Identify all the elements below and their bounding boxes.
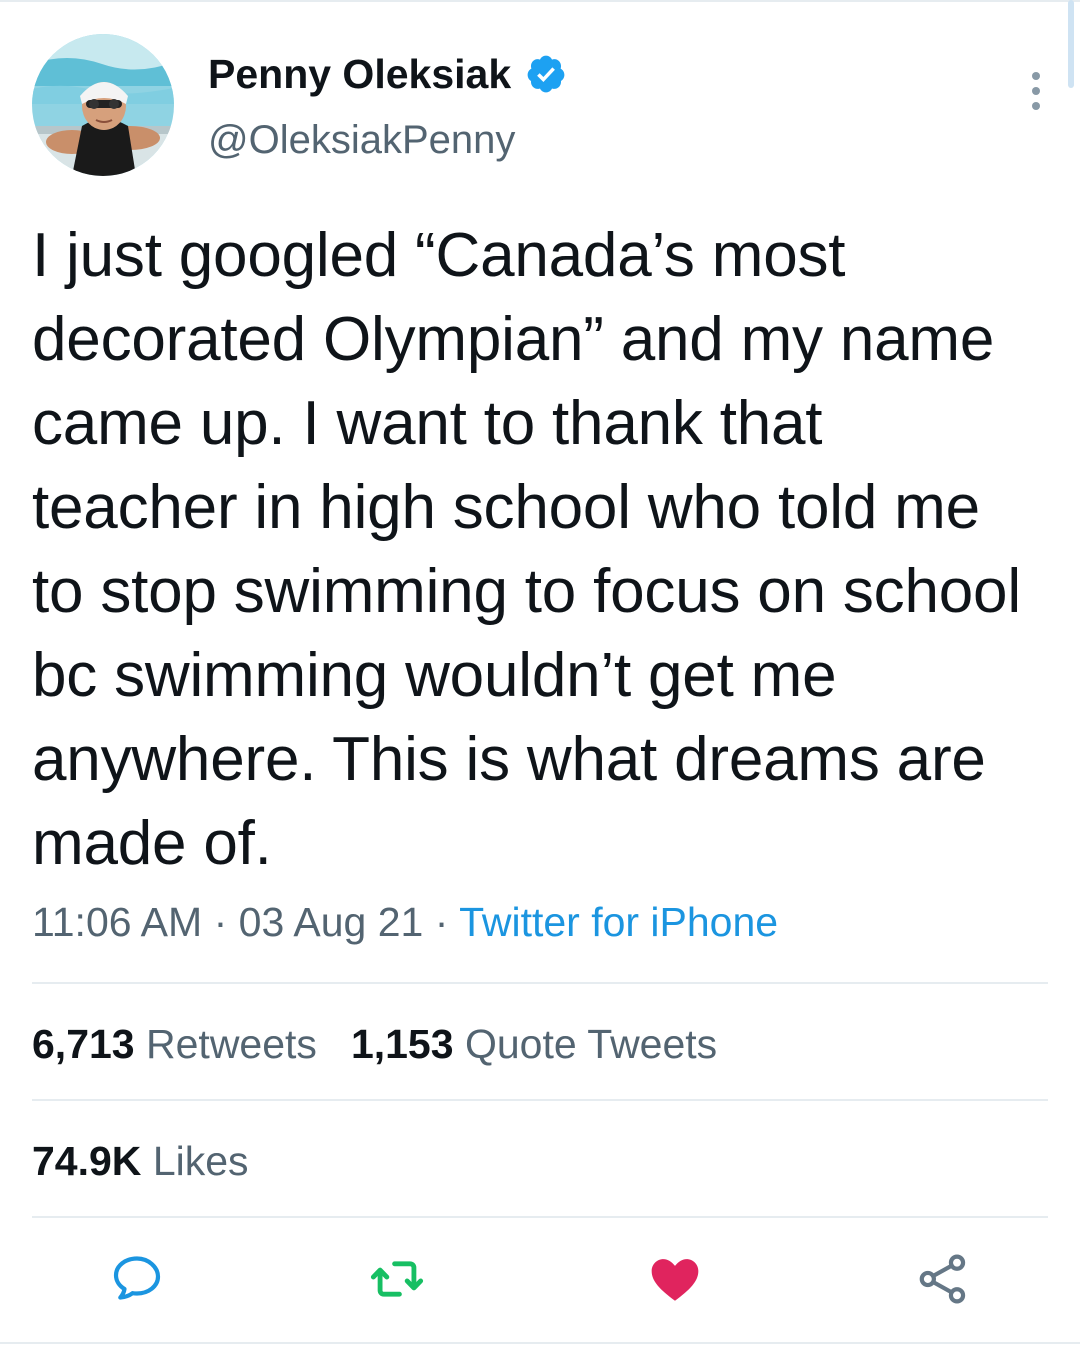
tweet-header: Penny Oleksiak @OleksiakPenny [32, 34, 1048, 178]
tweet-text: I just googled “Canada’s most decorated … [32, 221, 1021, 878]
retweet-icon [370, 1261, 424, 1297]
more-options-button[interactable] [1024, 56, 1048, 126]
swimmer-avatar [32, 34, 174, 176]
top-border [0, 0, 1080, 2]
more-options-icon [1032, 72, 1040, 80]
divider [32, 1099, 1048, 1101]
meta-separator: · [434, 899, 449, 945]
avatar[interactable] [32, 34, 174, 176]
divider [32, 982, 1048, 984]
quote-tweets-stat[interactable]: 1,153 Quote Tweets [351, 1021, 717, 1067]
quote-tweets-label: Quote Tweets [464, 1021, 718, 1067]
likes-stat[interactable]: 74.9K Likes [32, 1138, 249, 1184]
name-row: Penny Oleksiak [208, 50, 567, 98]
tweet-source-link[interactable]: Twitter for iPhone [459, 899, 778, 945]
bottom-border [0, 1342, 1080, 1344]
quote-tweets-count: 1,153 [350, 1021, 454, 1067]
likes-label: Likes [152, 1138, 249, 1184]
share-button[interactable] [908, 1244, 978, 1314]
tweet-time[interactable]: 11:06 AM [32, 899, 202, 945]
divider [32, 1216, 1048, 1218]
user-handle[interactable]: @OleksiakPenny [208, 116, 515, 164]
tweet-meta: 11:06 AM · 03 Aug 21 · Twitter for iPhon… [32, 892, 778, 952]
more-options-dot [1032, 102, 1040, 110]
speech-bubble-icon [113, 1256, 161, 1300]
retweets-stat[interactable]: 6,713 Retweets [32, 1021, 317, 1067]
retweet-button[interactable] [362, 1244, 432, 1314]
like-button[interactable] [640, 1244, 710, 1314]
display-name[interactable]: Penny Oleksiak [208, 50, 511, 98]
heart-icon [651, 1259, 699, 1301]
meta-separator: · [213, 899, 228, 945]
engagement-stats: 6,713 Retweets 1,153 Quote Tweets [32, 1014, 717, 1074]
share-icon [919, 1254, 966, 1304]
tweet-actions-bar [0, 1244, 1080, 1314]
reply-button[interactable] [102, 1244, 172, 1314]
likes-stats: 74.9K Likes [32, 1131, 249, 1191]
verified-badge-icon [525, 53, 567, 95]
likes-count: 74.9K [32, 1138, 142, 1184]
more-options-dot [1032, 87, 1040, 95]
retweets-count: 6,713 [32, 1021, 135, 1067]
retweets-label: Retweets [146, 1021, 317, 1067]
tweet-date[interactable]: 03 Aug 21 [239, 899, 424, 945]
scroll-indicator[interactable] [1068, 0, 1074, 88]
